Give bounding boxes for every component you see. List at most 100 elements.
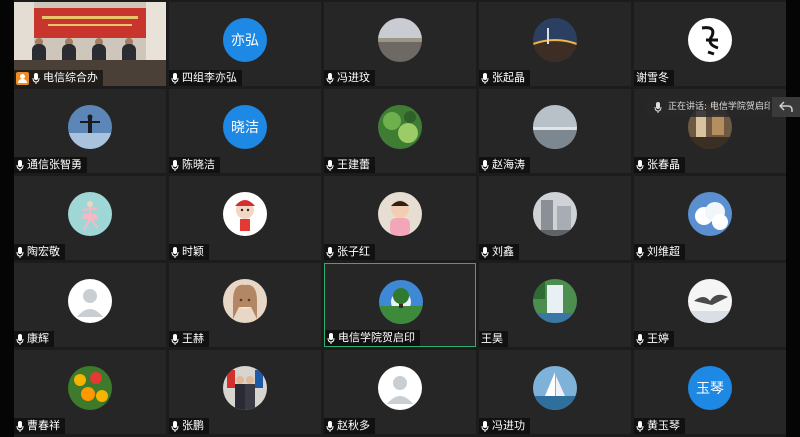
name-label: 电信学院贺启印 xyxy=(325,330,420,346)
avatar xyxy=(223,366,267,410)
participant-tile[interactable]: 张起晶 xyxy=(479,2,631,86)
participant-tile[interactable]: 陶宏敬 xyxy=(14,176,166,260)
text-avatar: 玉琴 xyxy=(688,366,732,410)
participant-name: 通信张智勇 xyxy=(27,158,82,171)
participant-name: 陶宏敬 xyxy=(27,245,60,258)
participant-tile[interactable]: 张鹏 xyxy=(169,350,321,434)
participant-name: 张子红 xyxy=(337,245,370,258)
participant-name: 陈晓洁 xyxy=(182,158,215,171)
participant-grid: 电信综合办 亦弘 四组李亦弘 冯进玟 张起晶 谢雪冬 通信张智勇 晓洁 陈晓洁 王建蕾 赵海涛 张春晶… xyxy=(14,2,786,435)
avatar xyxy=(223,279,267,323)
microphone-icon xyxy=(481,246,489,258)
microphone-icon xyxy=(636,420,644,432)
participant-tile[interactable]: 冯进功 xyxy=(479,350,631,434)
participant-tile[interactable]: 电信综合办 xyxy=(14,2,166,86)
avatar xyxy=(533,279,577,323)
speaking-indicator: 正在讲话: 电信学院贺启印 xyxy=(646,97,770,117)
avatar xyxy=(533,105,577,149)
collapse-button[interactable] xyxy=(772,97,800,117)
microphone-icon xyxy=(481,72,489,84)
microphone-icon xyxy=(481,159,489,171)
avatar xyxy=(688,279,732,323)
participant-name: 冯进玟 xyxy=(337,71,370,84)
microphone-icon xyxy=(171,246,179,258)
participant-tile[interactable]: 刘鑫 xyxy=(479,176,631,260)
avatar xyxy=(533,18,577,62)
name-label: 张春晶 xyxy=(634,157,685,173)
participant-name: 谢雪冬 xyxy=(636,71,669,84)
microphone-icon xyxy=(16,420,24,432)
microphone-icon xyxy=(326,420,334,432)
participant-name: 曹春祥 xyxy=(27,419,60,432)
name-label: 刘维超 xyxy=(634,244,685,260)
name-label: 曹春祥 xyxy=(14,418,65,434)
microphone-icon xyxy=(327,332,335,344)
name-label: 四组李亦弘 xyxy=(169,70,242,86)
microphone-icon xyxy=(171,333,179,345)
text-avatar: 晓洁 xyxy=(223,105,267,149)
participant-tile[interactable]: 晓洁 陈晓洁 xyxy=(169,89,321,173)
participant-name: 王昊 xyxy=(481,332,503,345)
name-label: 陶宏敬 xyxy=(14,244,65,260)
return-arrow-icon xyxy=(779,101,793,112)
microphone-icon xyxy=(16,333,24,345)
microphone-icon xyxy=(326,159,334,171)
participant-tile[interactable]: 时颖 xyxy=(169,176,321,260)
name-label: 通信张智勇 xyxy=(14,157,87,173)
avatar xyxy=(378,105,422,149)
name-label: 王婷 xyxy=(634,331,674,347)
host-icon xyxy=(16,71,29,85)
name-label: 张起晶 xyxy=(479,70,530,86)
name-label: 王昊 xyxy=(479,331,508,347)
participant-name: 张起晶 xyxy=(492,71,525,84)
microphone-icon xyxy=(636,246,644,258)
participant-tile[interactable]: 曹春祥 xyxy=(14,350,166,434)
participant-tile[interactable]: 玉琴 黄玉琴 xyxy=(634,350,786,434)
participant-tile[interactable]: 刘维超 xyxy=(634,176,786,260)
avatar xyxy=(68,105,112,149)
left-edge xyxy=(0,0,14,437)
participant-name: 冯进功 xyxy=(492,419,525,432)
avatar xyxy=(223,192,267,236)
participant-tile[interactable]: 王赫 xyxy=(169,263,321,347)
participant-name: 王婷 xyxy=(647,332,669,345)
name-label: 冯进玟 xyxy=(324,70,375,86)
name-label: 时颖 xyxy=(169,244,209,260)
participant-tile[interactable]: 王建蕾 xyxy=(324,89,476,173)
participant-tile[interactable]: 亦弘四组李亦弘 xyxy=(169,2,321,86)
avatar xyxy=(378,18,422,62)
participant-tile[interactable]: 张子红 xyxy=(324,176,476,260)
avatar xyxy=(688,18,732,62)
participant-tile[interactable]: 通信张智勇 xyxy=(14,89,166,173)
microphone-icon xyxy=(16,159,24,171)
avatar xyxy=(379,280,423,324)
speaking-text: 正在讲话: 电信学院贺启印 xyxy=(668,102,770,112)
microphone-icon xyxy=(16,246,24,258)
participant-name: 赵海涛 xyxy=(492,158,525,171)
participant-tile[interactable]: 康辉 xyxy=(14,263,166,347)
name-label: 黄玉琴 xyxy=(634,418,685,434)
text-avatar: 亦弘 xyxy=(223,18,267,62)
participant-tile[interactable]: 冯进玟 xyxy=(324,2,476,86)
avatar xyxy=(378,192,422,236)
default-avatar-icon xyxy=(378,366,422,410)
participant-tile[interactable]: 电信学院贺启印 xyxy=(324,263,476,347)
name-label: 陈晓洁 xyxy=(169,157,220,173)
name-label: 康辉 xyxy=(14,331,54,347)
participant-name: 电信学院贺启印 xyxy=(338,331,415,344)
name-label: 冯进功 xyxy=(479,418,530,434)
name-label: 谢雪冬 xyxy=(634,70,674,86)
participant-name: 刘鑫 xyxy=(492,245,514,258)
participant-tile[interactable]: 王婷 xyxy=(634,263,786,347)
participant-tile[interactable]: 王昊 xyxy=(479,263,631,347)
microphone-icon xyxy=(636,333,644,345)
microphone-icon xyxy=(171,72,179,84)
participant-tile[interactable]: 谢雪冬 xyxy=(634,2,786,86)
microphone-icon xyxy=(171,420,179,432)
participant-tile[interactable]: 赵秋多 xyxy=(324,350,476,434)
participant-tile[interactable]: 赵海涛 xyxy=(479,89,631,173)
participant-name: 赵秋多 xyxy=(337,419,370,432)
microphone-icon xyxy=(636,159,644,171)
participant-name: 王建蕾 xyxy=(337,158,370,171)
name-label: 王赫 xyxy=(169,331,209,347)
